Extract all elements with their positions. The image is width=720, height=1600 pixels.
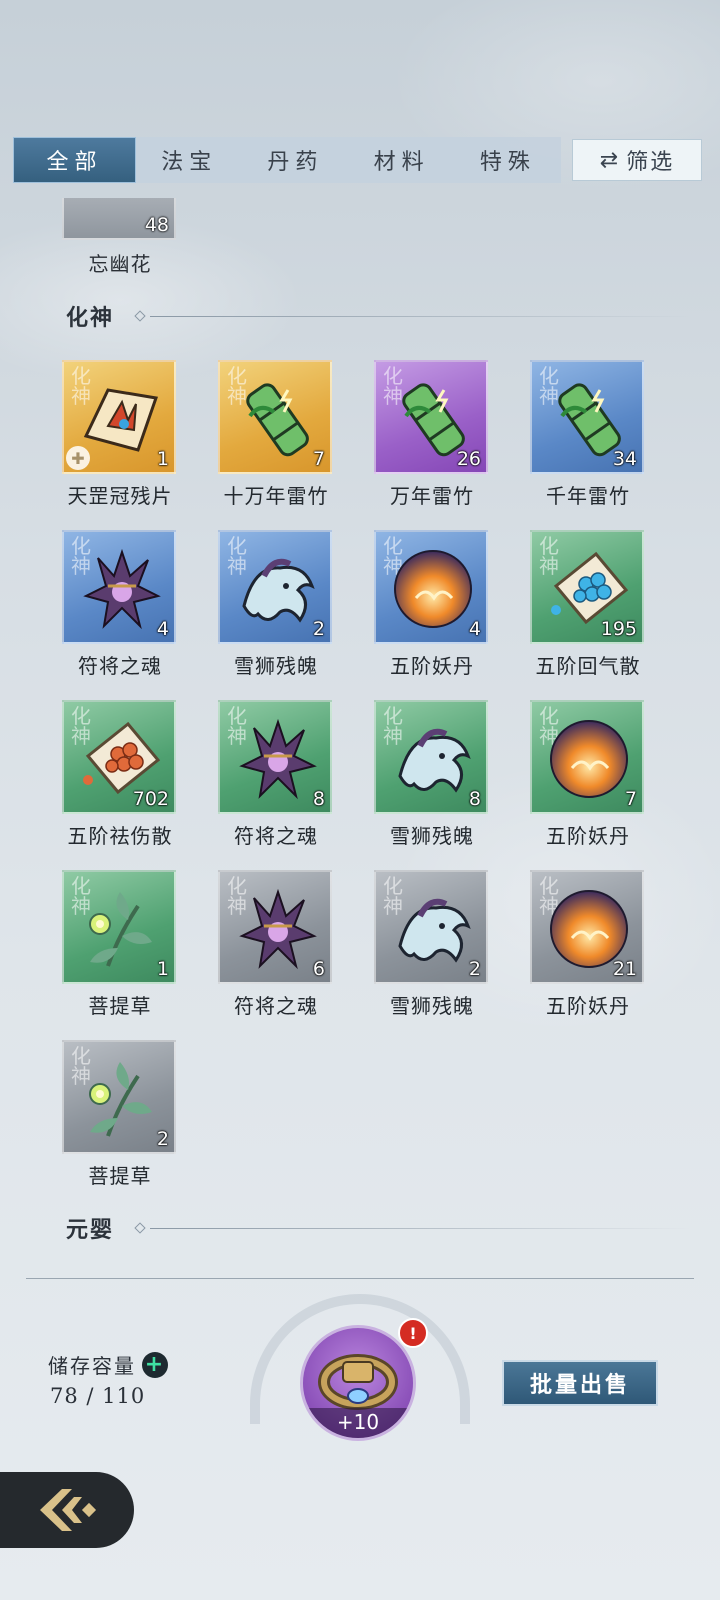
item-name: 天罡冠残片 <box>67 484 173 508</box>
tab-pills[interactable]: 丹药 <box>242 137 348 183</box>
item-name: 五阶妖丹 <box>546 824 630 848</box>
item-tile[interactable]: 化神 21 <box>530 870 644 984</box>
bulk-sell-button[interactable]: 批量出售 <box>502 1360 658 1406</box>
item-tile[interactable]: 化神 2 <box>62 1040 176 1154</box>
inventory-item[interactable]: 化神 26 万年雷竹 <box>374 360 490 509</box>
item-count: 34 <box>612 448 637 470</box>
inventory-item[interactable]: 化神 195 五阶回气散 <box>530 530 646 679</box>
inventory-item[interactable]: 化神 2 雪狮残魄 <box>374 870 490 1019</box>
inventory-item[interactable]: 化神 2 雪狮残魄 <box>218 530 334 679</box>
item-tile[interactable]: 化神 8 <box>218 700 332 814</box>
partial-item-tile[interactable]: 48 <box>62 198 176 240</box>
inventory-item[interactable]: 化神 ✚ 1 天罡冠残片 <box>62 360 178 509</box>
item-count: 21 <box>612 958 637 980</box>
filter-label: 筛选 <box>626 150 675 175</box>
item-name: 五阶妖丹 <box>390 654 474 678</box>
item-name: 符将之魂 <box>78 654 162 678</box>
item-tile[interactable]: 化神 34 <box>530 360 644 474</box>
item-count: 8 <box>468 788 481 810</box>
storage-capacity: 储存容量 + <box>48 1350 168 1379</box>
item-name: 五阶回气散 <box>535 654 641 678</box>
item-tile[interactable]: 化神 2 <box>218 530 332 644</box>
item-name: 菩提草 <box>88 1164 152 1188</box>
category-tabs: 全部 法宝 丹药 材料 特殊 <box>13 137 561 183</box>
item-count: 195 <box>600 618 637 640</box>
item-name: 符将之魂 <box>234 994 318 1018</box>
puzzle-piece-icon: ✚ <box>66 446 90 470</box>
item-count: 4 <box>468 618 481 640</box>
tab-treasure[interactable]: 法宝 <box>136 137 242 183</box>
filter-button[interactable]: ⇄ 筛选 <box>572 139 702 181</box>
inventory-item[interactable]: 化神 7 十万年雷竹 <box>218 360 334 509</box>
item-tile[interactable]: 化神 702 <box>62 700 176 814</box>
item-count: 2 <box>312 618 325 640</box>
item-name: 五阶妖丹 <box>546 994 630 1018</box>
inventory-item[interactable]: 化神 8 符将之魂 <box>218 700 334 849</box>
item-count: 26 <box>456 448 481 470</box>
inventory-item[interactable]: 化神 34 千年雷竹 <box>530 360 646 509</box>
item-count: 4 <box>156 618 169 640</box>
item-name: 菩提草 <box>88 994 152 1018</box>
inventory-item[interactable]: 化神 8 雪狮残魄 <box>374 700 490 849</box>
item-tile[interactable]: 化神 26 <box>374 360 488 474</box>
section-divider <box>134 310 696 322</box>
item-count: 8 <box>312 788 325 810</box>
inventory-item[interactable]: 化神 21 五阶妖丹 <box>530 870 646 1019</box>
item-name: 十万年雷竹 <box>223 484 329 508</box>
item-count: 6 <box>312 958 325 980</box>
item-tile[interactable]: 化神 195 <box>530 530 644 644</box>
inventory-item[interactable]: 化神 4 五阶妖丹 <box>374 530 490 679</box>
item-name: 雪狮残魄 <box>390 824 474 848</box>
item-count: 48 <box>144 214 169 236</box>
inventory-item[interactable]: 化神 4 符将之魂 <box>62 530 178 679</box>
item-tile[interactable]: 化神 4 <box>374 530 488 644</box>
section-title-yuanying: 元婴 <box>66 1217 115 1243</box>
expand-storage-plus-icon[interactable]: + <box>142 1351 168 1378</box>
back-button[interactable] <box>0 1472 134 1548</box>
item-tile[interactable]: 化神 8 <box>374 700 488 814</box>
storage-value: 78 / 110 <box>50 1384 146 1408</box>
item-name: 雪狮残魄 <box>390 994 474 1018</box>
item-tile[interactable]: 化神 6 <box>218 870 332 984</box>
item-count: 702 <box>132 788 169 810</box>
item-count: 7 <box>312 448 325 470</box>
item-count: 7 <box>624 788 637 810</box>
alert-badge: ! <box>398 1318 428 1348</box>
item-tile[interactable]: 化神 2 <box>374 870 488 984</box>
item-name: 符将之魂 <box>234 824 318 848</box>
section-divider <box>134 1222 696 1234</box>
back-arrow-icon <box>40 1489 97 1531</box>
item-count: 2 <box>468 958 481 980</box>
storage-ring-button[interactable]: +10 <box>300 1325 416 1441</box>
inventory-item[interactable]: 化神 6 符将之魂 <box>218 870 334 1019</box>
tab-materials[interactable]: 材料 <box>349 137 455 183</box>
inventory-item[interactable]: 化神 702 五阶祛伤散 <box>62 700 178 849</box>
inventory-item[interactable]: 化神 1 菩提草 <box>62 870 178 1019</box>
item-tile[interactable]: 化神 7 <box>530 700 644 814</box>
tab-special[interactable]: 特殊 <box>455 137 561 183</box>
inventory-item[interactable]: 化神 7 五阶妖丹 <box>530 700 646 849</box>
swap-arrows-icon: ⇄ <box>599 147 621 173</box>
item-tile[interactable]: 化神 1 <box>62 870 176 984</box>
item-count: 1 <box>156 448 169 470</box>
item-count: 1 <box>156 958 169 980</box>
inventory-item[interactable]: 化神 2 菩提草 <box>62 1040 178 1189</box>
storage-label: 储存容量 <box>48 1354 136 1378</box>
item-tile[interactable]: 化神 4 <box>62 530 176 644</box>
item-name: 万年雷竹 <box>390 484 474 508</box>
item-name: 千年雷竹 <box>546 484 630 508</box>
ring-level: +10 <box>303 1408 413 1438</box>
item-count: 2 <box>156 1128 169 1150</box>
partial-item-name: 忘幽花 <box>88 252 152 276</box>
tab-all[interactable]: 全部 <box>13 137 137 183</box>
item-name: 雪狮残魄 <box>234 654 318 678</box>
item-tile[interactable]: 化神 7 <box>218 360 332 474</box>
item-tile[interactable]: 化神 ✚ 1 <box>62 360 176 474</box>
item-name: 五阶祛伤散 <box>67 824 173 848</box>
section-title-huashen: 化神 <box>66 305 115 331</box>
footer-divider <box>26 1278 694 1279</box>
